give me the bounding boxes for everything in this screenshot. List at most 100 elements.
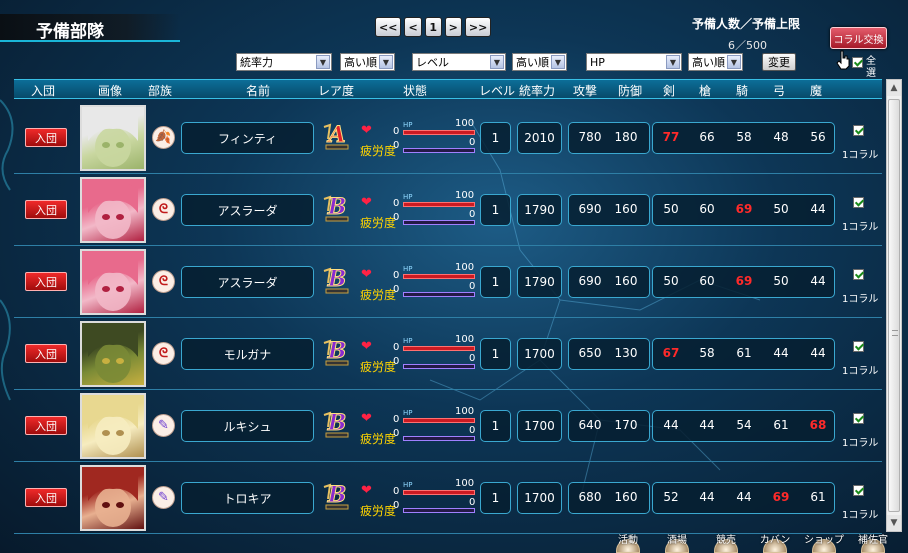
stat-cavalry: 44 — [736, 490, 752, 504]
stat-spear: 44 — [699, 490, 715, 504]
header-name: 名前 — [246, 84, 271, 98]
hp-min: 0 — [393, 270, 400, 281]
chevron-down-icon: ▼ — [727, 55, 741, 69]
fatigue-bar — [403, 148, 475, 153]
unit-level: 1 — [480, 266, 511, 298]
rarity-label: B — [327, 338, 347, 364]
unit-row: 入団 ᘓ アスラーダ B ❤ 疲労度 0 HP 100 0 0 1 1790 690 16… — [14, 174, 882, 246]
prev-page-button[interactable]: < — [404, 17, 422, 37]
scroll-down-button[interactable]: ▼ — [887, 515, 901, 531]
header-defense: 防御 — [618, 84, 643, 98]
sort2-select[interactable]: レベル ▼ — [412, 53, 506, 71]
unit-attack: 650 — [578, 346, 602, 360]
unit-defense: 170 — [614, 418, 638, 432]
fatigue-label: 疲労度 — [360, 288, 397, 302]
fatigue-max: 0 — [469, 353, 476, 364]
join-button[interactable]: 入団 — [25, 344, 67, 363]
first-page-button[interactable]: << — [375, 17, 402, 37]
unit-portrait[interactable] — [80, 177, 146, 243]
unit-command: 1700 — [517, 338, 562, 370]
fatigue-label: 疲労度 — [360, 432, 397, 446]
hp-tag: HP — [403, 193, 413, 201]
nav-item[interactable]: カバン — [755, 532, 795, 553]
fatigue-max: 0 — [469, 425, 476, 436]
stat-magic: 68 — [809, 418, 827, 432]
unit-row: 入団 ✎ ルキシュ B ❤ 疲労度 0 HP 100 0 0 1 1700 640 170… — [14, 390, 882, 462]
unit-portrait[interactable] — [80, 105, 146, 171]
heart-icon: ❤ — [361, 411, 372, 426]
next-page-button[interactable]: > — [444, 17, 462, 37]
unit-defense: 130 — [614, 346, 638, 360]
join-button[interactable]: 入団 — [25, 416, 67, 435]
fatigue-label: 疲労度 — [360, 144, 397, 158]
stat-cavalry: 69 — [735, 274, 753, 288]
unit-name: フィンティ — [181, 122, 314, 154]
stat-bow: 69 — [772, 490, 790, 504]
unit-portrait[interactable] — [80, 249, 146, 315]
nav-item[interactable]: 補佐官 — [853, 532, 893, 553]
coral-exchange-button[interactable]: コラル交換 — [830, 27, 887, 49]
coral-cost: 1コラル — [842, 222, 879, 233]
unit-portrait[interactable] — [80, 321, 146, 387]
hp-bar — [403, 274, 475, 279]
order2-value: 高い順 — [516, 56, 549, 69]
nav-item[interactable]: 活動 — [608, 532, 648, 553]
join-button[interactable]: 入団 — [25, 200, 67, 219]
sort1-select[interactable]: 統率力 ▼ — [236, 53, 332, 71]
sort3-value: HP — [590, 55, 605, 69]
face-icon — [88, 253, 138, 311]
fatigue-label: 疲労度 — [360, 360, 397, 374]
row-checkbox[interactable] — [853, 485, 864, 496]
coral-cost: 1コラル — [842, 510, 879, 521]
join-button[interactable]: 入団 — [25, 488, 67, 507]
stat-spear: 66 — [699, 130, 715, 144]
join-button[interactable]: 入団 — [25, 272, 67, 291]
current-page[interactable]: 1 — [424, 17, 442, 37]
row-checkbox[interactable] — [853, 341, 864, 352]
bottom-nav: 活動 酒場 競売 カバン ショップ 補佐官 — [600, 532, 908, 553]
join-button[interactable]: 入団 — [25, 128, 67, 147]
hp-max: 100 — [455, 262, 475, 273]
order3-select[interactable]: 高い順 ▼ — [688, 53, 743, 71]
scroll-up-button[interactable]: ▲ — [887, 80, 901, 96]
scroll-thumb[interactable] — [888, 99, 900, 512]
select-all-checkbox[interactable] — [852, 57, 863, 68]
sort3-select[interactable]: HP ▼ — [586, 53, 682, 71]
stat-sword: 52 — [663, 490, 679, 504]
nav-item[interactable]: 酒場 — [657, 532, 697, 553]
hp-max: 100 — [455, 118, 475, 129]
unit-portrait[interactable] — [80, 465, 146, 531]
order2-select[interactable]: 高い順 ▼ — [512, 53, 567, 71]
row-checkbox[interactable] — [853, 197, 864, 208]
row-checkbox[interactable] — [853, 269, 864, 280]
scrollbar[interactable]: ▲ ▼ — [886, 79, 902, 532]
row-checkbox[interactable] — [853, 413, 864, 424]
last-page-button[interactable]: >> — [464, 17, 492, 37]
order1-select[interactable]: 高い順 ▼ — [340, 53, 395, 71]
change-button[interactable]: 変更 — [762, 53, 796, 71]
nav-item[interactable]: 競売 — [706, 532, 746, 553]
rarity-label: B — [327, 410, 347, 436]
stat-spear: 58 — [699, 346, 715, 360]
column-header: 入団 画像 部族 名前 レア度 状態 レベル 統率力 攻撃 防御 剣 槍 騎 弓… — [14, 79, 882, 99]
header-sword: 剣 — [663, 84, 676, 98]
unit-attack: 690 — [578, 202, 602, 216]
unit-level: 1 — [480, 194, 511, 226]
unit-portrait[interactable] — [80, 393, 146, 459]
rarity-b-icon: B — [323, 194, 349, 222]
tribe-purple-feather-icon: ✎ — [152, 486, 175, 509]
unit-row: 入団 ᘓ アスラーダ B ❤ 疲労度 0 HP 100 0 0 1 1790 690 16… — [14, 246, 882, 318]
hp-max: 100 — [455, 190, 475, 201]
row-checkbox[interactable] — [853, 125, 864, 136]
scroll-grip-icon — [892, 330, 898, 336]
unit-attack: 680 — [578, 490, 602, 504]
heart-icon: ❤ — [361, 339, 372, 354]
reserve-count: 6／500 — [728, 39, 767, 52]
rarity-a-icon: A — [323, 122, 349, 150]
stat-sword: 44 — [663, 418, 679, 432]
fatigue-bar — [403, 364, 475, 369]
face-icon — [88, 397, 138, 455]
heart-icon: ❤ — [361, 123, 372, 138]
nav-item[interactable]: ショップ — [804, 532, 844, 553]
pager: << < 1 > >> — [375, 17, 492, 37]
